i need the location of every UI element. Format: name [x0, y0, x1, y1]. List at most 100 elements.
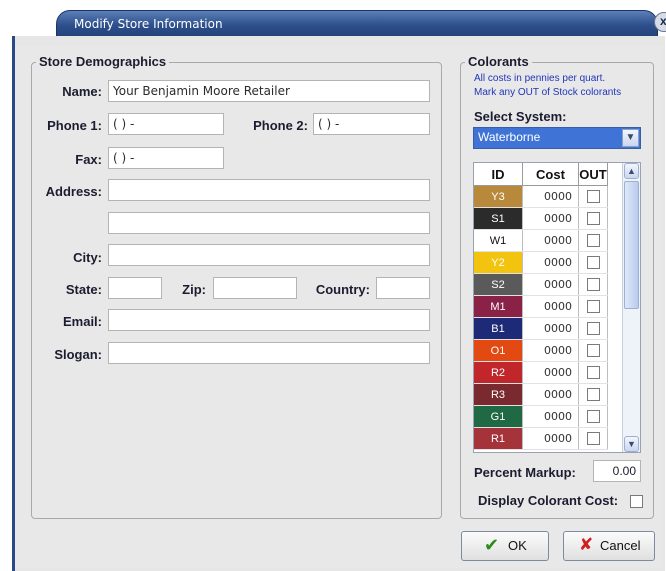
colorant-table: ID Cost OUT Y3 0000 S1 0000 W1 0000 Y2 0000 S2 00… [473, 162, 641, 453]
colorant-cost[interactable]: 0000 [522, 427, 579, 450]
address-line2-input[interactable] [108, 212, 430, 234]
colorant-row: R2 0000 [474, 361, 608, 384]
colorant-cost[interactable]: 0000 [522, 317, 579, 340]
title-bar: Modify Store Information x [0, 0, 666, 40]
colorant-row: R1 0000 [474, 427, 608, 450]
colorant-cost[interactable]: 0000 [522, 185, 579, 208]
zip-input[interactable] [213, 277, 297, 299]
email-label: Email: [62, 314, 102, 329]
colorant-row: Y3 0000 [474, 185, 608, 208]
colorant-row: M1 0000 [474, 295, 608, 318]
email-input[interactable] [108, 309, 430, 331]
colorant-cost[interactable]: 0000 [522, 339, 579, 362]
phone1-label: Phone 1: [47, 118, 102, 133]
colorant-id: S1 [474, 207, 523, 230]
ok-button[interactable]: ✔ OK [461, 531, 549, 561]
colorant-out-cell [578, 339, 608, 362]
colorant-out-cell [578, 405, 608, 428]
out-of-stock-checkbox[interactable] [586, 212, 600, 225]
out-of-stock-checkbox[interactable] [586, 256, 600, 269]
country-label: Country: [315, 282, 370, 297]
out-of-stock-checkbox[interactable] [586, 366, 600, 379]
out-of-stock-checkbox[interactable] [586, 190, 600, 203]
store-demographics-title: Store Demographics [36, 54, 170, 69]
select-system-label: Select System: [474, 109, 567, 124]
out-of-stock-checkbox[interactable] [586, 410, 600, 423]
out-of-stock-checkbox[interactable] [586, 300, 600, 313]
checkmark-icon: ✔ [484, 535, 500, 555]
colorant-row: G1 0000 [474, 405, 608, 428]
out-of-stock-checkbox[interactable] [586, 432, 600, 445]
colorant-id: G1 [474, 405, 523, 428]
scroll-up-icon[interactable]: ▲ [624, 163, 639, 179]
col-cost: Cost [522, 163, 579, 186]
col-id: ID [474, 163, 523, 186]
phone1-input[interactable]: ( ) - [108, 113, 224, 135]
colorant-id: R2 [474, 361, 523, 384]
colorant-id: Y2 [474, 251, 523, 274]
colorant-row: S2 0000 [474, 273, 608, 296]
colorant-id: S2 [474, 273, 523, 296]
out-of-stock-checkbox[interactable] [586, 344, 600, 357]
colorant-out-cell [578, 427, 608, 450]
colorant-out-cell [578, 185, 608, 208]
colorant-row: W1 0000 [474, 229, 608, 252]
phone2-input[interactable]: ( ) - [313, 113, 430, 135]
percent-markup-label: Percent Markup: [474, 465, 576, 480]
display-cost-label: Display Colorant Cost: [478, 493, 619, 508]
chevron-down-icon[interactable]: ▼ [622, 129, 639, 147]
colorant-id: B1 [474, 317, 523, 340]
colorant-cost[interactable]: 0000 [522, 295, 579, 318]
out-of-stock-checkbox[interactable] [586, 278, 600, 291]
system-select[interactable]: Waterborne ▼ [473, 127, 641, 149]
name-label: Name: [62, 84, 102, 99]
colorants-title: Colorants [465, 54, 532, 69]
colorant-id: M1 [474, 295, 523, 318]
colorant-cost[interactable]: 0000 [522, 207, 579, 230]
percent-markup-input[interactable]: 0.00 [593, 460, 641, 482]
fax-input[interactable]: ( ) - [108, 147, 224, 169]
colorant-cost[interactable]: 0000 [522, 383, 579, 406]
out-of-stock-checkbox[interactable] [586, 322, 600, 335]
colorant-row: S1 0000 [474, 207, 608, 230]
colorant-id: R3 [474, 383, 523, 406]
display-cost-checkbox[interactable] [630, 495, 643, 508]
col-out: OUT [578, 163, 608, 186]
city-label: City: [73, 250, 102, 265]
colorant-cost[interactable]: 0000 [522, 361, 579, 384]
address-input[interactable] [108, 179, 430, 201]
colorant-out-cell [578, 251, 608, 274]
colorant-cost[interactable]: 0000 [522, 405, 579, 428]
colorant-out-cell [578, 229, 608, 252]
scroll-down-icon[interactable]: ▼ [624, 436, 639, 452]
slogan-input[interactable] [108, 342, 430, 364]
country-input[interactable] [376, 277, 430, 299]
address-label: Address: [45, 184, 102, 199]
phone2-label: Phone 2: [253, 118, 308, 133]
city-input[interactable] [108, 244, 430, 266]
name-input[interactable]: Your Benjamin Moore Retailer [108, 80, 430, 102]
cost-note: All costs in pennies per quart. [474, 73, 606, 84]
state-input[interactable] [108, 277, 162, 299]
colorant-cost[interactable]: 0000 [522, 251, 579, 274]
colorant-row: B1 0000 [474, 317, 608, 340]
colorant-out-cell [578, 273, 608, 296]
out-note: Mark any OUT of Stock colorants [474, 87, 622, 98]
colorant-row: R3 0000 [474, 383, 608, 406]
cancel-label: Cancel [600, 538, 641, 553]
state-label: State: [65, 282, 102, 297]
colorant-out-cell [578, 295, 608, 318]
scroll-thumb[interactable] [624, 181, 639, 309]
ok-label: OK [508, 538, 527, 553]
colorant-out-cell [578, 317, 608, 340]
out-of-stock-checkbox[interactable] [586, 388, 600, 401]
colorant-out-cell [578, 361, 608, 384]
out-of-stock-checkbox[interactable] [586, 234, 600, 247]
table-scrollbar[interactable]: ▲ ▼ [622, 163, 640, 452]
colorant-out-cell [578, 383, 608, 406]
colorant-cost[interactable]: 0000 [522, 229, 579, 252]
colorant-id: O1 [474, 339, 523, 362]
slogan-label: Slogan: [54, 347, 102, 362]
colorant-cost[interactable]: 0000 [522, 273, 579, 296]
cancel-button[interactable]: ✘ Cancel [563, 531, 655, 561]
